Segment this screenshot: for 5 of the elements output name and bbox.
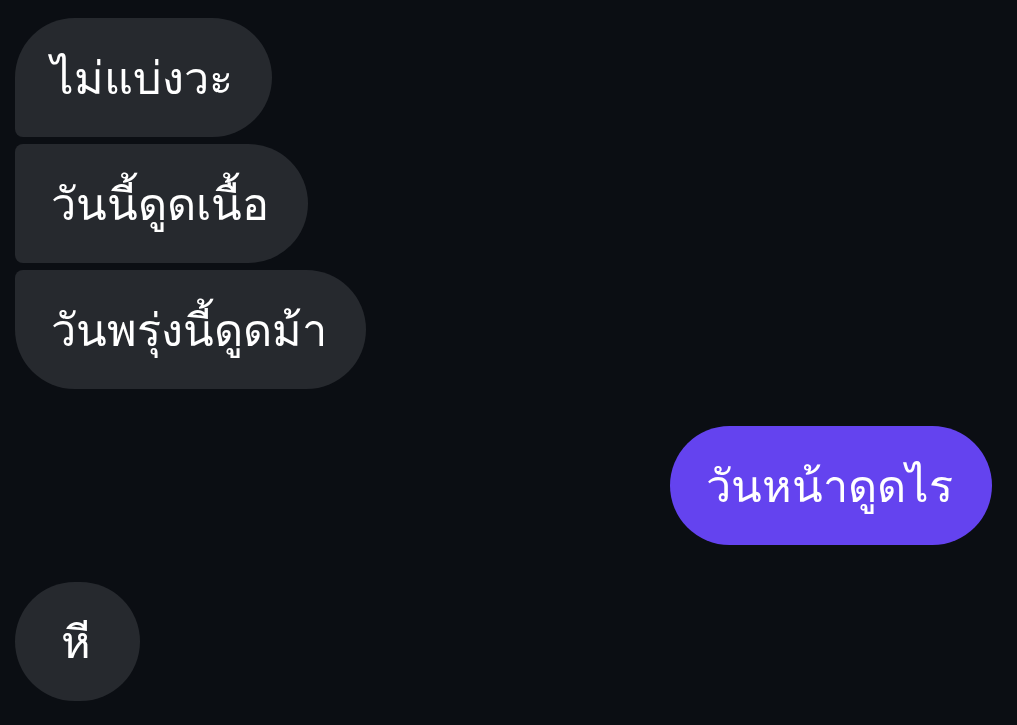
received-message-bubble: วันนี้ดูดเนื้อ bbox=[15, 144, 308, 263]
sent-message-bubble: วันหน้าดูดไร bbox=[670, 426, 992, 545]
received-message-bubble: ไม่แบ่งวะ bbox=[15, 18, 272, 137]
received-message-bubble: หี bbox=[15, 582, 140, 701]
received-message-bubble: วันพรุ่งนี้ดูดม้า bbox=[15, 270, 366, 389]
